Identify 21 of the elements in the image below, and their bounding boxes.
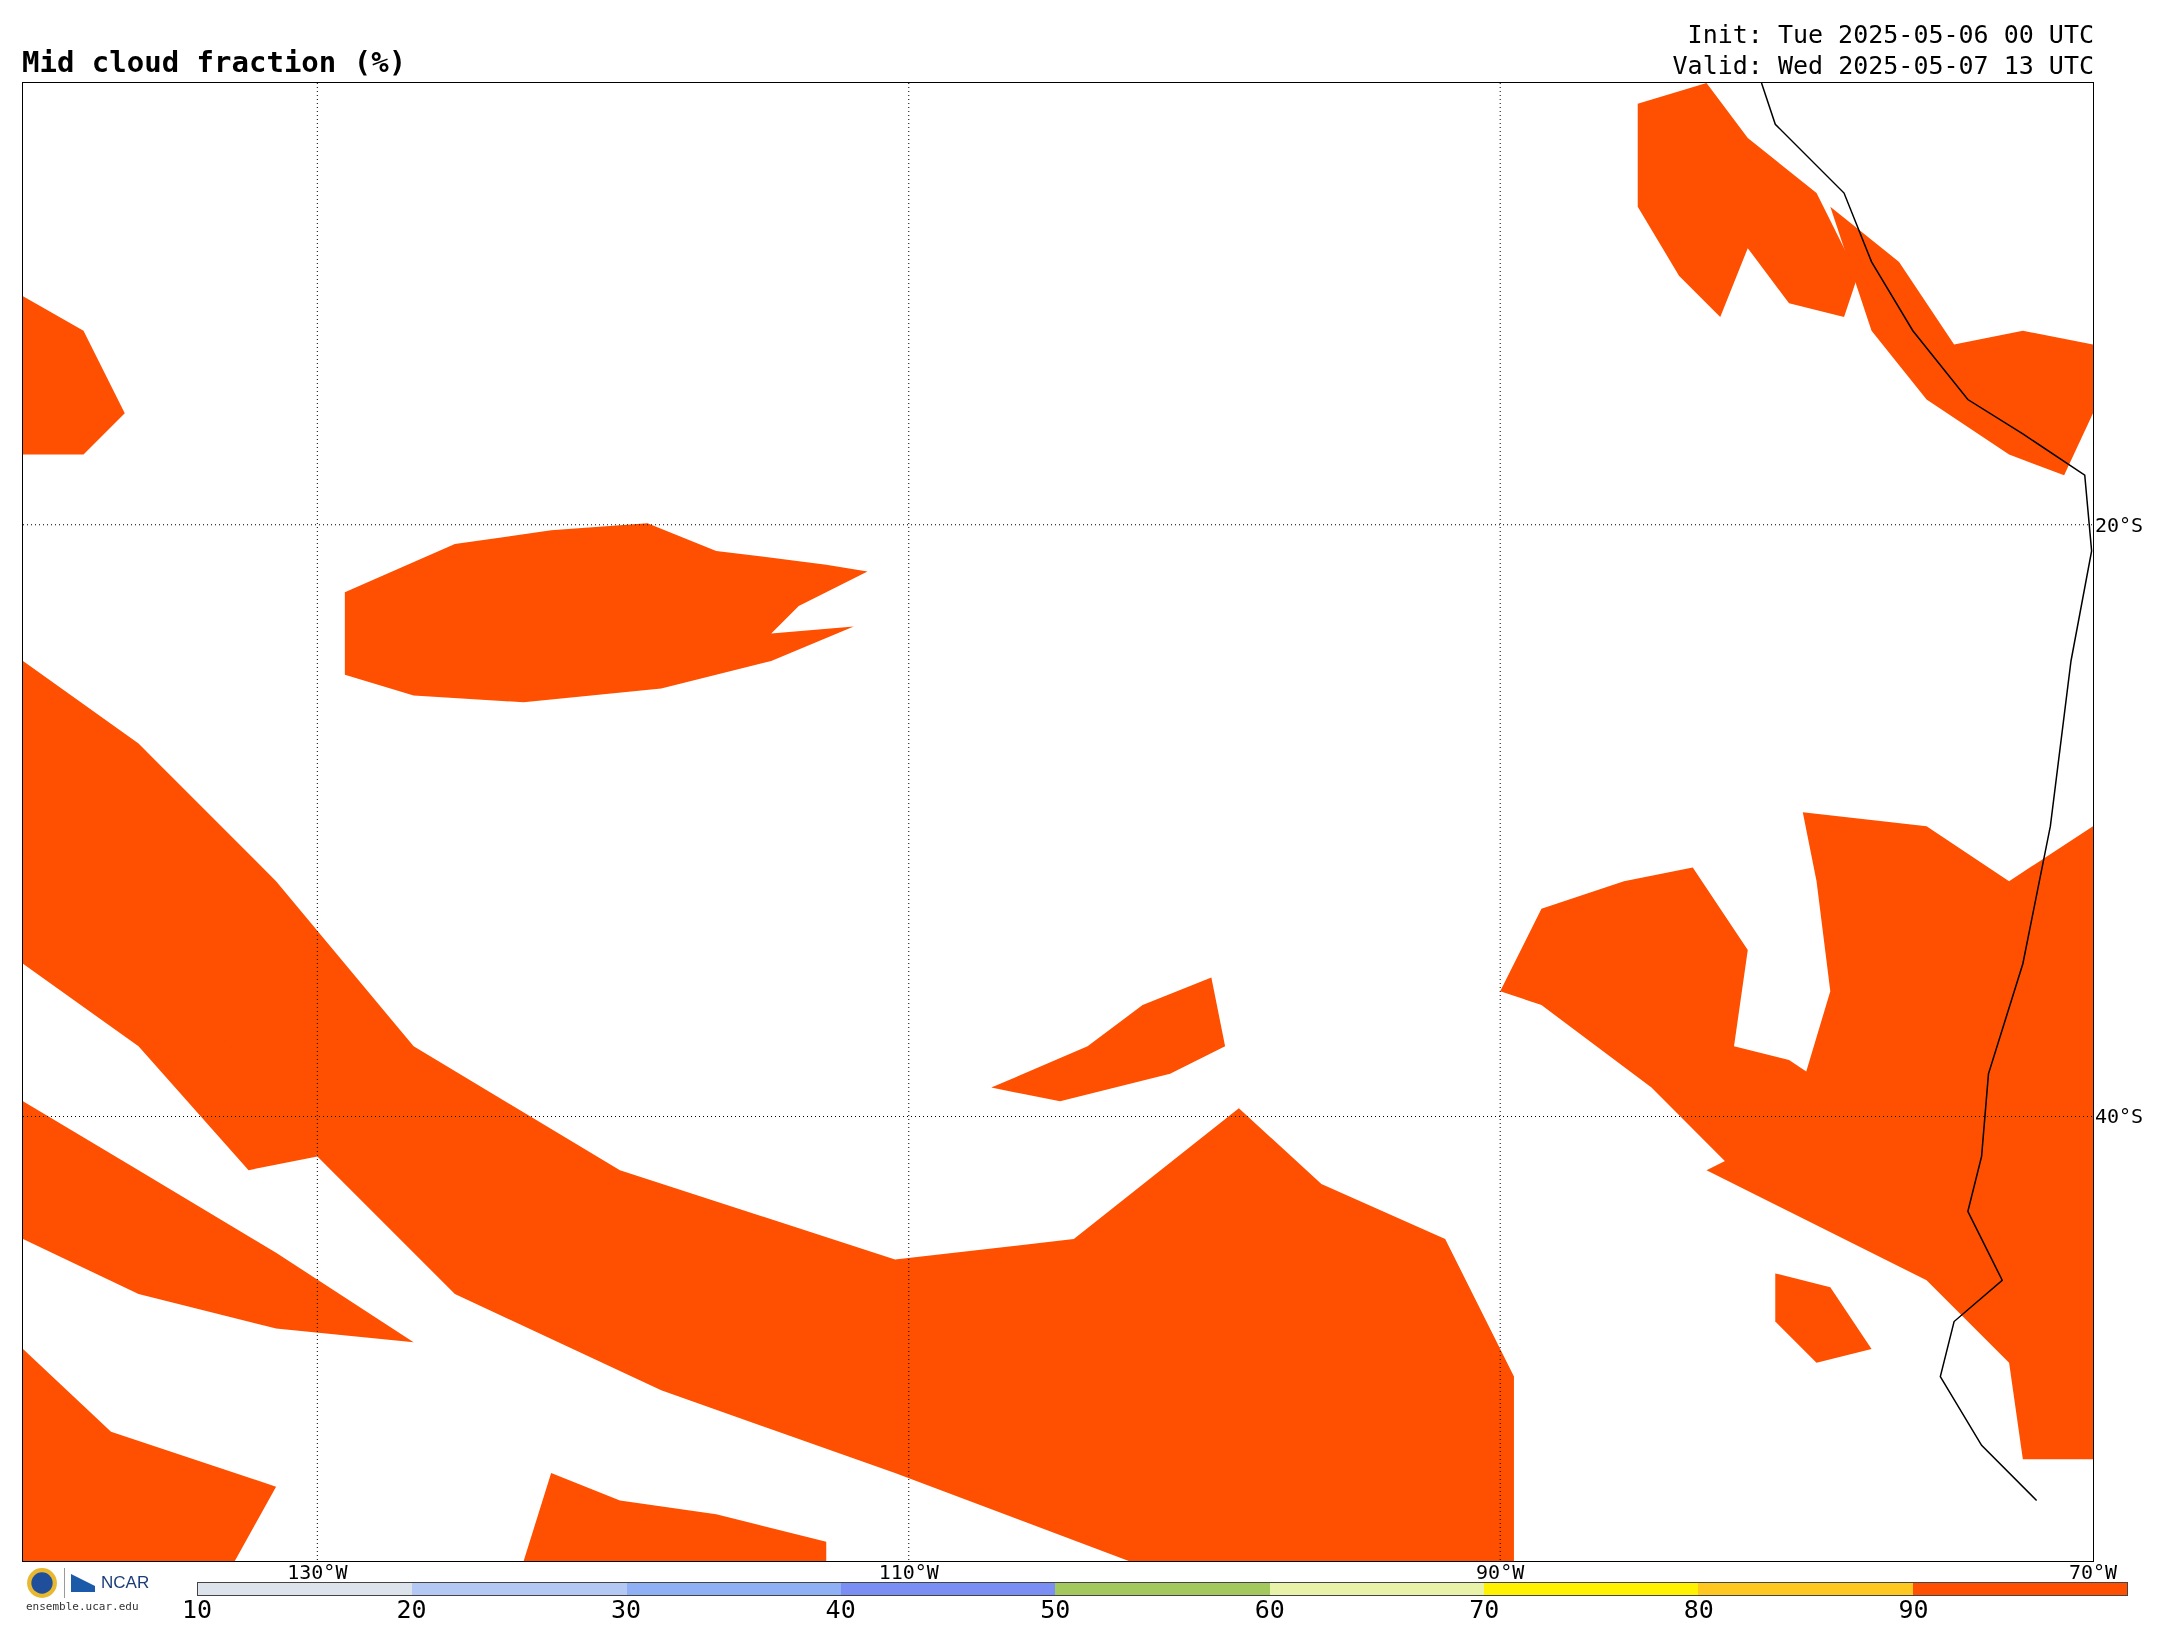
flag-icon xyxy=(71,1574,95,1592)
longitude-label: 90°W xyxy=(1476,1561,1525,1583)
tick-label: 80 xyxy=(1683,1596,1714,1624)
seal-icon xyxy=(26,1567,58,1599)
tick-label: 20 xyxy=(396,1596,427,1624)
tick-label: 30 xyxy=(611,1596,642,1624)
tick-label: 10 xyxy=(181,1596,213,1624)
longitude-label: 130°W xyxy=(287,1561,348,1583)
chart-title: Mid cloud fraction (%) xyxy=(22,45,407,81)
tick-label: 40 xyxy=(825,1596,856,1624)
tick-label: 50 xyxy=(1040,1596,1071,1624)
logo-text: NCAR xyxy=(101,1573,150,1593)
tick-label: 60 xyxy=(1254,1596,1285,1624)
init-time: Init: Tue 2025-05-06 00 UTC xyxy=(1687,19,2094,50)
longitude-label: 70°W xyxy=(2068,1561,2118,1583)
tick-label: 90 xyxy=(1898,1596,1929,1624)
longitude-label: 110°W xyxy=(878,1561,939,1583)
valid-time: Valid: Wed 2025-05-07 13 UTC xyxy=(1672,50,2094,81)
latitude-label: 40°S xyxy=(2094,1105,2144,1128)
tick-label: 70 xyxy=(1469,1596,1500,1624)
latitude-label: 20°S xyxy=(2094,513,2144,536)
